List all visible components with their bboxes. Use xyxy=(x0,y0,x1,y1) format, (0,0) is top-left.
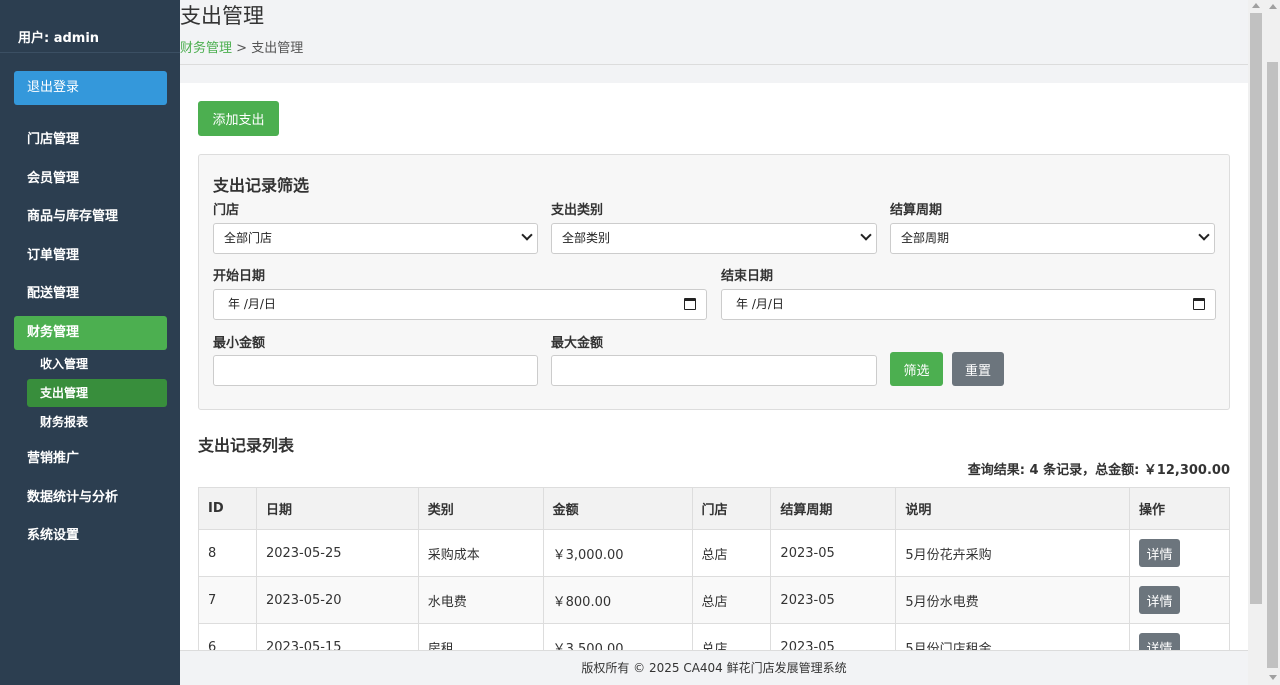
breadcrumb-link-finance[interactable]: 财务管理 xyxy=(180,41,232,56)
scroll-down-icon[interactable] xyxy=(1269,675,1277,680)
period-select[interactable]: 全部周期 xyxy=(890,223,1215,254)
cell-store: 总店 xyxy=(691,623,772,650)
cell-description: 5月份水电费 xyxy=(895,576,1130,624)
category-select[interactable]: 全部类别 xyxy=(551,223,877,254)
detail-button[interactable]: 详情 xyxy=(1139,633,1180,650)
calendar-icon[interactable] xyxy=(1193,298,1205,310)
filter-panel: 支出记录筛选 门店 全部门店 支出类别 全部类别 结算周期 全部周期 开始日期 … xyxy=(198,154,1230,410)
current-user: 用户: admin xyxy=(0,0,180,53)
inner-scrollbar-thumb[interactable] xyxy=(1250,13,1262,604)
expense-table: ID 日期 类别 金额 门店 结算周期 说明 操作 8 2023-05-25 采… xyxy=(198,487,1230,650)
query-summary: 查询结果: 4 条记录，总金额: ￥12,300.00 xyxy=(967,463,1230,478)
scrollbar-thumb[interactable] xyxy=(1267,62,1278,668)
col-header-actions: 操作 xyxy=(1129,487,1230,530)
cell-description: 5月份花卉采购 xyxy=(895,529,1130,577)
logout-button[interactable]: 退出登录 xyxy=(14,71,167,105)
sidebar-item-products-inventory[interactable]: 商品与库存管理 xyxy=(14,200,167,234)
page-title: 支出管理 xyxy=(180,4,264,28)
chevron-down-icon xyxy=(860,229,872,241)
add-expense-button[interactable]: 添加支出 xyxy=(198,101,279,136)
col-header-period: 结算周期 xyxy=(770,487,897,530)
list-title: 支出记录列表 xyxy=(198,436,295,455)
cell-period: 2023-05 xyxy=(770,576,897,624)
sidebar-item-marketing[interactable]: 营销推广 xyxy=(14,442,167,476)
cell-actions: 详情 xyxy=(1129,576,1230,624)
cell-amount: ￥3,000.00 xyxy=(542,529,693,577)
sidebar-subitem-income[interactable]: 收入管理 xyxy=(27,350,167,378)
inner-scroll-up-icon[interactable] xyxy=(1252,3,1260,8)
min-amount-label: 最小金额 xyxy=(213,336,266,351)
cell-period: 2023-05 xyxy=(770,623,897,650)
table-row: 8 2023-05-25 采购成本 ￥3,000.00 总店 2023-05 5… xyxy=(198,529,1230,577)
start-date-placeholder: 年 /月/日 xyxy=(228,297,276,311)
cell-date: 2023-05-25 xyxy=(255,529,419,577)
end-date-input[interactable]: 年 /月/日 xyxy=(721,289,1216,320)
col-header-amount: 金额 xyxy=(542,487,693,530)
breadcrumb: 财务管理 > 支出管理 xyxy=(180,37,303,56)
min-amount-input[interactable] xyxy=(213,355,538,386)
sidebar-item-stores[interactable]: 门店管理 xyxy=(14,123,167,157)
scroll-up-icon[interactable] xyxy=(1269,4,1277,9)
sidebar-subitem-reports[interactable]: 财务报表 xyxy=(27,408,167,436)
sidebar-item-delivery[interactable]: 配送管理 xyxy=(14,277,167,311)
col-header-category: 类别 xyxy=(417,487,544,530)
table-row: 6 2023-05-15 房租 ￥3,500.00 总店 2023-05 5月份… xyxy=(198,623,1230,650)
store-select[interactable]: 全部门店 xyxy=(213,223,538,254)
category-select-value: 全部类别 xyxy=(562,231,611,245)
sidebar-item-orders[interactable]: 订单管理 xyxy=(14,239,167,273)
cell-amount: ￥800.00 xyxy=(542,576,693,624)
sidebar-item-analytics[interactable]: 数据统计与分析 xyxy=(14,481,167,515)
page-footer: 版权所有 © 2025 CA404 鲜花门店发展管理系统 xyxy=(180,650,1248,685)
cell-store: 总店 xyxy=(691,576,772,624)
sidebar-item-settings[interactable]: 系统设置 xyxy=(14,519,167,553)
col-header-store: 门店 xyxy=(691,487,772,530)
cell-actions: 详情 xyxy=(1129,623,1230,650)
cell-category: 采购成本 xyxy=(417,529,544,577)
table-header-row: ID 日期 类别 金额 门店 结算周期 说明 操作 xyxy=(198,487,1230,530)
filter-title: 支出记录筛选 xyxy=(213,176,310,195)
end-date-label: 结束日期 xyxy=(721,269,774,284)
cell-description: 5月份门店租金 xyxy=(895,623,1130,650)
reset-button[interactable]: 重置 xyxy=(952,352,1004,386)
start-date-input[interactable]: 年 /月/日 xyxy=(213,289,707,320)
col-header-id: ID xyxy=(198,487,257,530)
page-header: 支出管理 财务管理 > 支出管理 xyxy=(180,0,1248,65)
sidebar-item-finance[interactable]: 财务管理 xyxy=(14,316,167,350)
period-label: 结算周期 xyxy=(890,203,943,218)
max-amount-input[interactable] xyxy=(551,355,877,386)
table-row: 7 2023-05-20 水电费 ￥800.00 总店 2023-05 5月份水… xyxy=(198,576,1230,624)
end-date-placeholder: 年 /月/日 xyxy=(736,297,784,311)
sidebar-subitem-expense[interactable]: 支出管理 xyxy=(27,379,167,407)
filter-button[interactable]: 筛选 xyxy=(890,352,943,386)
calendar-icon[interactable] xyxy=(684,298,696,310)
cell-store: 总店 xyxy=(691,529,772,577)
col-header-description: 说明 xyxy=(895,487,1130,530)
cell-period: 2023-05 xyxy=(770,529,897,577)
max-amount-label: 最大金额 xyxy=(551,336,604,351)
chevron-down-icon xyxy=(1198,229,1210,241)
detail-button[interactable]: 详情 xyxy=(1139,586,1180,614)
store-select-value: 全部门店 xyxy=(224,231,273,245)
store-label: 门店 xyxy=(213,203,240,218)
cell-id: 7 xyxy=(198,576,257,624)
cell-id: 6 xyxy=(198,623,257,650)
chevron-down-icon xyxy=(521,229,533,241)
cell-date: 2023-05-15 xyxy=(255,623,419,650)
breadcrumb-current: 支出管理 xyxy=(251,41,304,56)
period-select-value: 全部周期 xyxy=(901,231,950,245)
main-content: 添加支出 支出记录筛选 门店 全部门店 支出类别 全部类别 结算周期 全部周期 … xyxy=(180,83,1248,650)
cell-category: 水电费 xyxy=(417,576,544,624)
col-header-date: 日期 xyxy=(255,487,419,530)
breadcrumb-separator: > xyxy=(236,41,248,56)
start-date-label: 开始日期 xyxy=(213,269,266,284)
cell-date: 2023-05-20 xyxy=(255,576,419,624)
sidebar-item-members[interactable]: 会员管理 xyxy=(14,162,167,196)
cell-category: 房租 xyxy=(417,623,544,650)
category-label: 支出类别 xyxy=(551,203,604,218)
cell-amount: ￥3,500.00 xyxy=(542,623,693,650)
cell-actions: 详情 xyxy=(1129,529,1230,577)
detail-button[interactable]: 详情 xyxy=(1139,539,1180,567)
cell-id: 8 xyxy=(198,529,257,577)
